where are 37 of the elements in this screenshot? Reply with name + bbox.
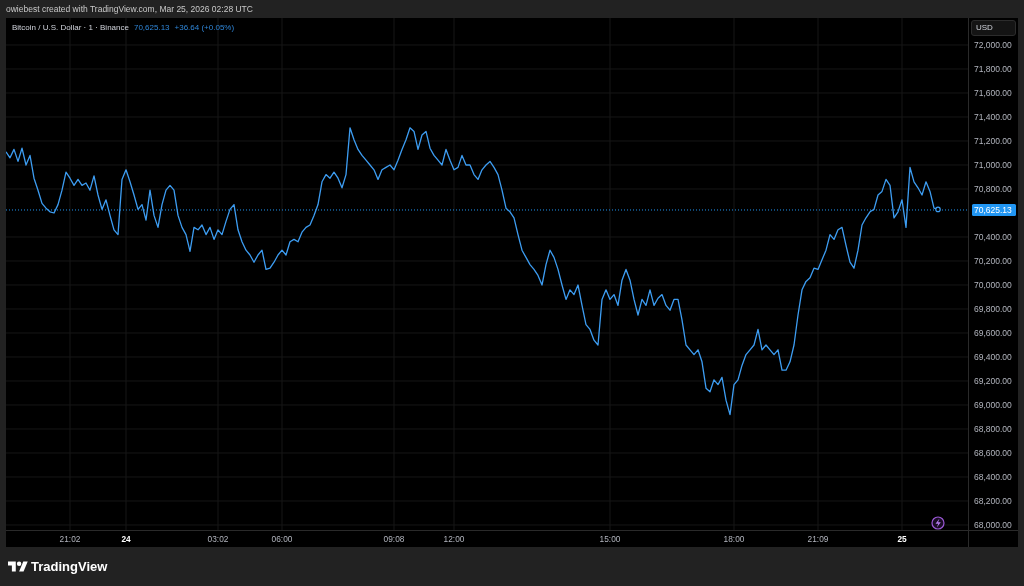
time-axis-label: 25	[897, 534, 907, 544]
time-axis-label: 21:09	[807, 534, 829, 544]
currency-label: USD	[971, 20, 1016, 36]
price-axis-label: 69,400.00	[974, 352, 1012, 362]
price-axis-label: 69,600.00	[974, 328, 1012, 338]
price-axis-label: 68,800.00	[974, 424, 1012, 434]
time-axis-label: 06:00	[271, 534, 293, 544]
time-axis-label: 12:00	[443, 534, 465, 544]
price-axis-label: 71,800.00	[974, 64, 1012, 74]
price-axis-label: 70,200.00	[974, 256, 1012, 266]
time-axis-label: 09:08	[383, 534, 405, 544]
last-price-label: 70,625.13	[972, 204, 1016, 216]
time-axis-label: 21:02	[59, 534, 81, 544]
price-axis-label: 70,000.00	[974, 280, 1012, 290]
price-axis-label: 71,200.00	[974, 136, 1012, 146]
price-axis-label: 69,200.00	[974, 376, 1012, 386]
price-axis-label: 68,000.00	[974, 520, 1012, 530]
price-axis-label: 72,000.00	[974, 40, 1012, 50]
last-price-value: 70,625.13	[133, 22, 170, 34]
price-axis-label: 68,600.00	[974, 448, 1012, 458]
time-axis-label: 18:00	[723, 534, 745, 544]
price-axis-label: 70,800.00	[974, 184, 1012, 194]
price-axis-label: 69,800.00	[974, 304, 1012, 314]
price-axis-label: 71,600.00	[974, 88, 1012, 98]
time-axis-label: 24	[121, 534, 131, 544]
price-axis-label: 71,400.00	[974, 112, 1012, 122]
price-axis-label: 71,000.00	[974, 160, 1012, 170]
price-axis-label: 69,000.00	[974, 400, 1012, 410]
chart-caption: owiebest created with TradingView.com, Mar 25, 2026 02:28 UTC	[6, 2, 253, 16]
price-axis-label: 68,400.00	[974, 472, 1012, 482]
logo-text: TradingView	[31, 557, 108, 576]
price-axis-label: 68,200.00	[974, 496, 1012, 506]
symbol-legend: Bitcoin / U.S. Dollar · 1 · Binance	[12, 22, 129, 34]
time-axis-label: 03:02	[207, 534, 229, 544]
price-axis-label: 70,400.00	[974, 232, 1012, 242]
time-axis-label: 15:00	[599, 534, 621, 544]
price-change-value: +36.64 (+0.05%)	[174, 22, 235, 34]
